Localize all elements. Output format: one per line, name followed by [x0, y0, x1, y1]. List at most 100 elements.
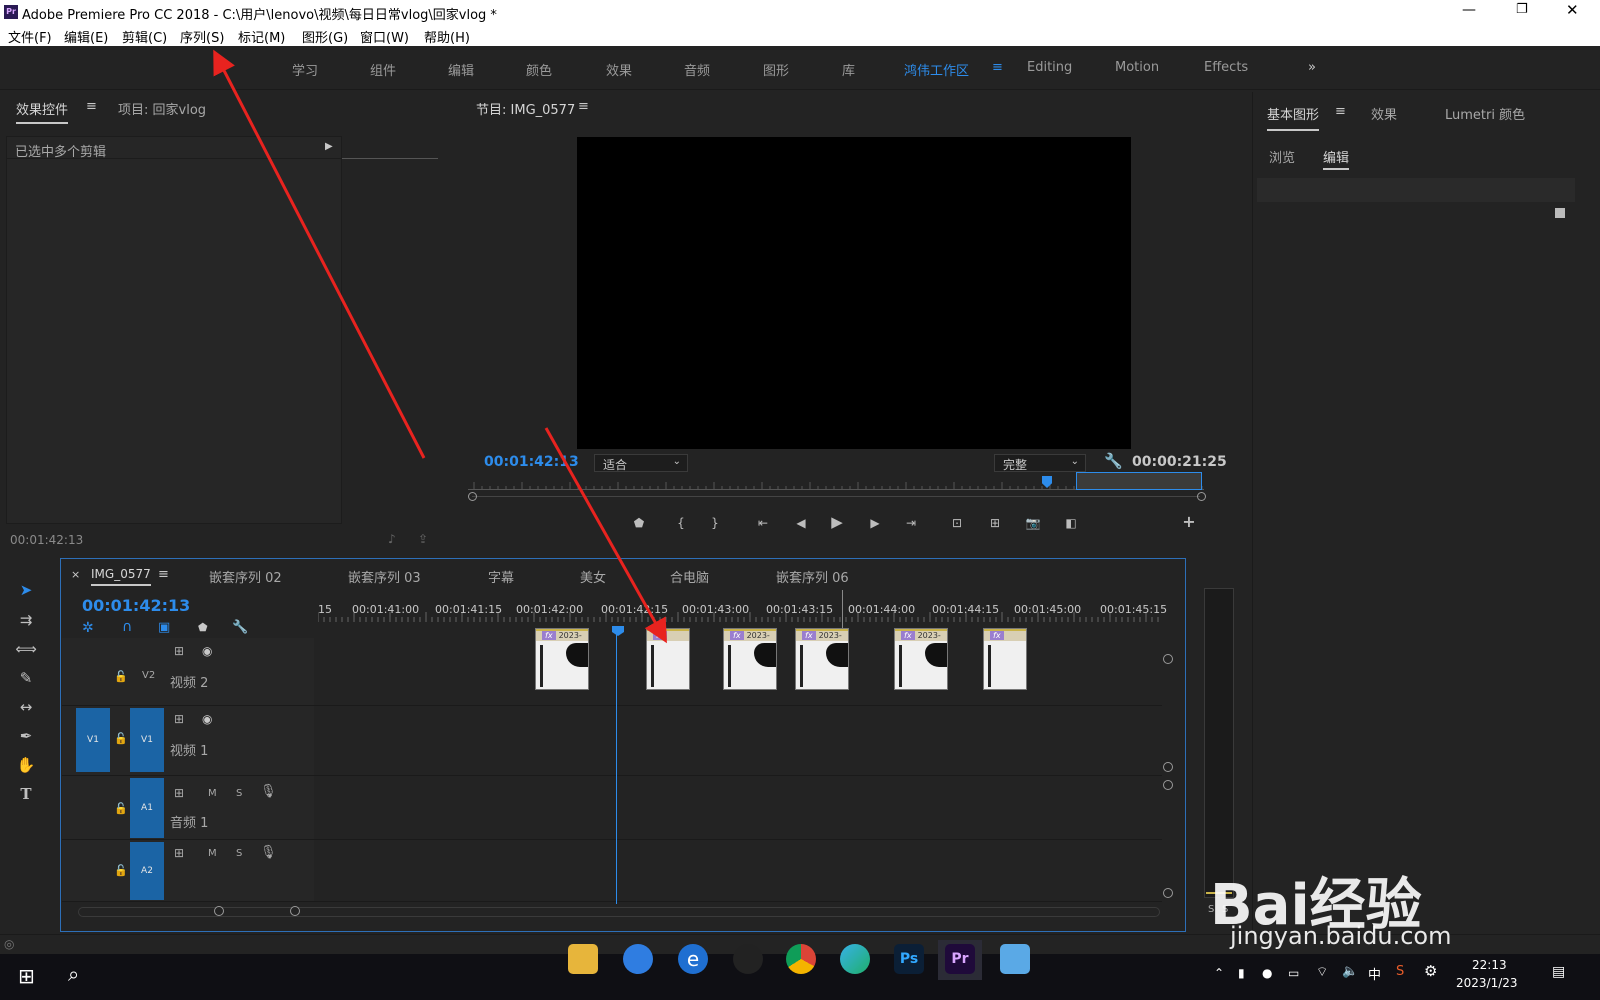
- zoom-handle-right[interactable]: [1197, 492, 1206, 501]
- eye-icon[interactable]: ◉: [202, 712, 212, 726]
- notepad-icon[interactable]: [1000, 944, 1030, 974]
- eye-icon[interactable]: ◉: [202, 644, 212, 658]
- qq-browser-icon[interactable]: [623, 944, 653, 974]
- zoom-handle-left[interactable]: [468, 492, 477, 501]
- timeline-settings-icon[interactable]: 🔧: [232, 620, 248, 635]
- lock-icon[interactable]: 🔓: [114, 670, 128, 683]
- toggle-sync-lock-icon[interactable]: ⊞: [174, 644, 184, 658]
- button-editor-plus-icon[interactable]: +: [1180, 513, 1198, 531]
- add-marker-icon[interactable]: ⬟: [630, 514, 648, 532]
- workspace-effects-cn[interactable]: 效果: [606, 60, 632, 79]
- play-icon[interactable]: ▶: [828, 513, 846, 531]
- nest-toggle-icon[interactable]: ✲: [82, 620, 94, 636]
- tray-chevron-icon[interactable]: ⌃: [1214, 966, 1224, 980]
- clip[interactable]: fx 2023-: [723, 628, 777, 690]
- pen-tool-icon[interactable]: ✒: [14, 726, 38, 746]
- mark-out-icon[interactable]: }: [706, 514, 724, 532]
- tab-sequence-img0577[interactable]: IMG_0577: [91, 567, 151, 586]
- tab-effects-panel[interactable]: 效果: [1371, 104, 1397, 123]
- source-patch-v1[interactable]: V1: [76, 708, 110, 772]
- track-id-a1[interactable]: A1: [130, 778, 164, 838]
- meter-solo-right[interactable]: S: [1222, 904, 1228, 915]
- menu-clip[interactable]: 剪辑(C): [122, 27, 167, 46]
- lock-icon[interactable]: 🔓: [114, 732, 128, 745]
- subtab-edit[interactable]: 编辑: [1323, 147, 1350, 170]
- minimize-icon[interactable]: —: [1462, 2, 1476, 18]
- workspace-effects[interactable]: Effects: [1204, 60, 1248, 75]
- extract-icon[interactable]: ⊞: [986, 514, 1004, 532]
- graphics-menu-icon[interactable]: ≡: [1335, 104, 1346, 119]
- scroll-handle[interactable]: [1163, 780, 1173, 790]
- microphone-icon[interactable]: 🎙: [260, 784, 277, 799]
- sogou-ime-icon[interactable]: S: [1396, 964, 1404, 979]
- tab-nested-02[interactable]: 嵌套序列 02: [209, 567, 282, 586]
- track-id-a2[interactable]: A2: [130, 842, 164, 900]
- step-forward-icon[interactable]: ▶: [866, 514, 884, 532]
- solo-button[interactable]: S: [236, 848, 242, 859]
- menu-sequence[interactable]: 序列(S): [180, 27, 224, 46]
- menu-graphics[interactable]: 图形(G): [302, 27, 348, 46]
- monitor-menu-icon[interactable]: ≡: [578, 99, 589, 114]
- tab-essential-graphics[interactable]: 基本图形: [1267, 104, 1320, 131]
- subtab-browse[interactable]: 浏览: [1269, 147, 1295, 166]
- workspace-editing-cn[interactable]: 编辑: [448, 60, 474, 79]
- linked-selection-icon[interactable]: ▣: [158, 620, 170, 635]
- toggle-sync-lock-icon[interactable]: ⊞: [174, 712, 184, 726]
- expand-arrow-icon[interactable]: ▶: [325, 141, 333, 152]
- tab-program-monitor[interactable]: 节目: IMG_0577: [476, 99, 575, 118]
- meter-solo-left[interactable]: S: [1208, 904, 1214, 915]
- export-frame-icon[interactable]: 📷: [1024, 514, 1042, 532]
- close-icon[interactable]: ✕: [1566, 1, 1579, 19]
- workspace-assembly[interactable]: 组件: [370, 60, 396, 79]
- toggle-sync-lock-icon[interactable]: ⊞: [174, 786, 184, 800]
- step-back-icon[interactable]: ◀: [792, 514, 810, 532]
- lock-icon[interactable]: 🔓: [114, 864, 128, 877]
- premiere-icon[interactable]: Pr: [945, 944, 975, 974]
- workspace-custom[interactable]: 鸿伟工作区: [904, 60, 969, 79]
- lock-icon[interactable]: 🔓: [114, 802, 128, 815]
- tray-battery-icon[interactable]: ▭: [1288, 966, 1299, 980]
- tab-effect-controls[interactable]: 效果控件: [16, 99, 69, 124]
- tab-subtitles[interactable]: 字幕: [488, 567, 514, 586]
- clip[interactable]: fx: [646, 628, 690, 690]
- horizontal-scrollbar[interactable]: [78, 907, 1160, 917]
- menu-help[interactable]: 帮助(H): [424, 27, 470, 46]
- play-audio-icon[interactable]: ♪: [388, 532, 396, 546]
- clip[interactable]: fx 2023-: [894, 628, 948, 690]
- notification-icon[interactable]: ▤: [1552, 964, 1565, 980]
- zoom-fit-select[interactable]: 适合 ⌄: [594, 454, 688, 472]
- tab-project[interactable]: 项目: 回家vlog: [118, 99, 206, 118]
- mark-in-icon[interactable]: {: [672, 514, 690, 532]
- ime-indicator[interactable]: 中: [1368, 964, 1381, 983]
- tab-lumetri-color[interactable]: Lumetri 颜色: [1445, 104, 1525, 123]
- tray-volume-icon[interactable]: 🔈: [1342, 964, 1358, 979]
- snap-magnet-icon[interactable]: ∩: [122, 619, 132, 635]
- tray-usb-icon[interactable]: ▮: [1238, 966, 1245, 980]
- type-tool-icon[interactable]: T: [14, 784, 38, 804]
- settings-gear-icon[interactable]: ⚙: [1424, 962, 1437, 980]
- file-explorer-icon[interactable]: [568, 944, 598, 974]
- workspace-libraries[interactable]: 库: [842, 60, 855, 79]
- windows-start-icon[interactable]: ⊞: [18, 964, 35, 988]
- scroll-thumb-left[interactable]: [214, 906, 224, 916]
- track-id-v1[interactable]: V1: [130, 708, 164, 772]
- new-layer-icon[interactable]: [1555, 208, 1565, 218]
- hand-tool-icon[interactable]: ✋: [14, 755, 38, 775]
- scroll-handle[interactable]: [1163, 888, 1173, 898]
- clip[interactable]: fx 2023-: [795, 628, 849, 690]
- timeline-marker-icon[interactable]: ⬟: [198, 621, 208, 634]
- export-icon[interactable]: ⇪: [418, 532, 428, 546]
- photoshop-icon[interactable]: Ps: [894, 944, 924, 974]
- edge-icon[interactable]: [840, 944, 870, 974]
- scroll-handle[interactable]: [1163, 654, 1173, 664]
- clip[interactable]: fx 2023-: [535, 628, 589, 690]
- workspace-overflow-icon[interactable]: »: [1308, 60, 1316, 75]
- tab-nested-06[interactable]: 嵌套序列 06: [776, 567, 849, 586]
- workspace-motion[interactable]: Motion: [1115, 60, 1159, 75]
- track-select-tool-icon[interactable]: ⇉: [14, 610, 38, 630]
- go-to-out-icon[interactable]: ⇥: [902, 514, 920, 532]
- workspace-graphics[interactable]: 图形: [763, 60, 789, 79]
- razor-tool-icon[interactable]: ✎: [14, 668, 38, 688]
- search-icon[interactable]: ⌕: [68, 962, 79, 986]
- menu-file[interactable]: 文件(F): [8, 27, 52, 46]
